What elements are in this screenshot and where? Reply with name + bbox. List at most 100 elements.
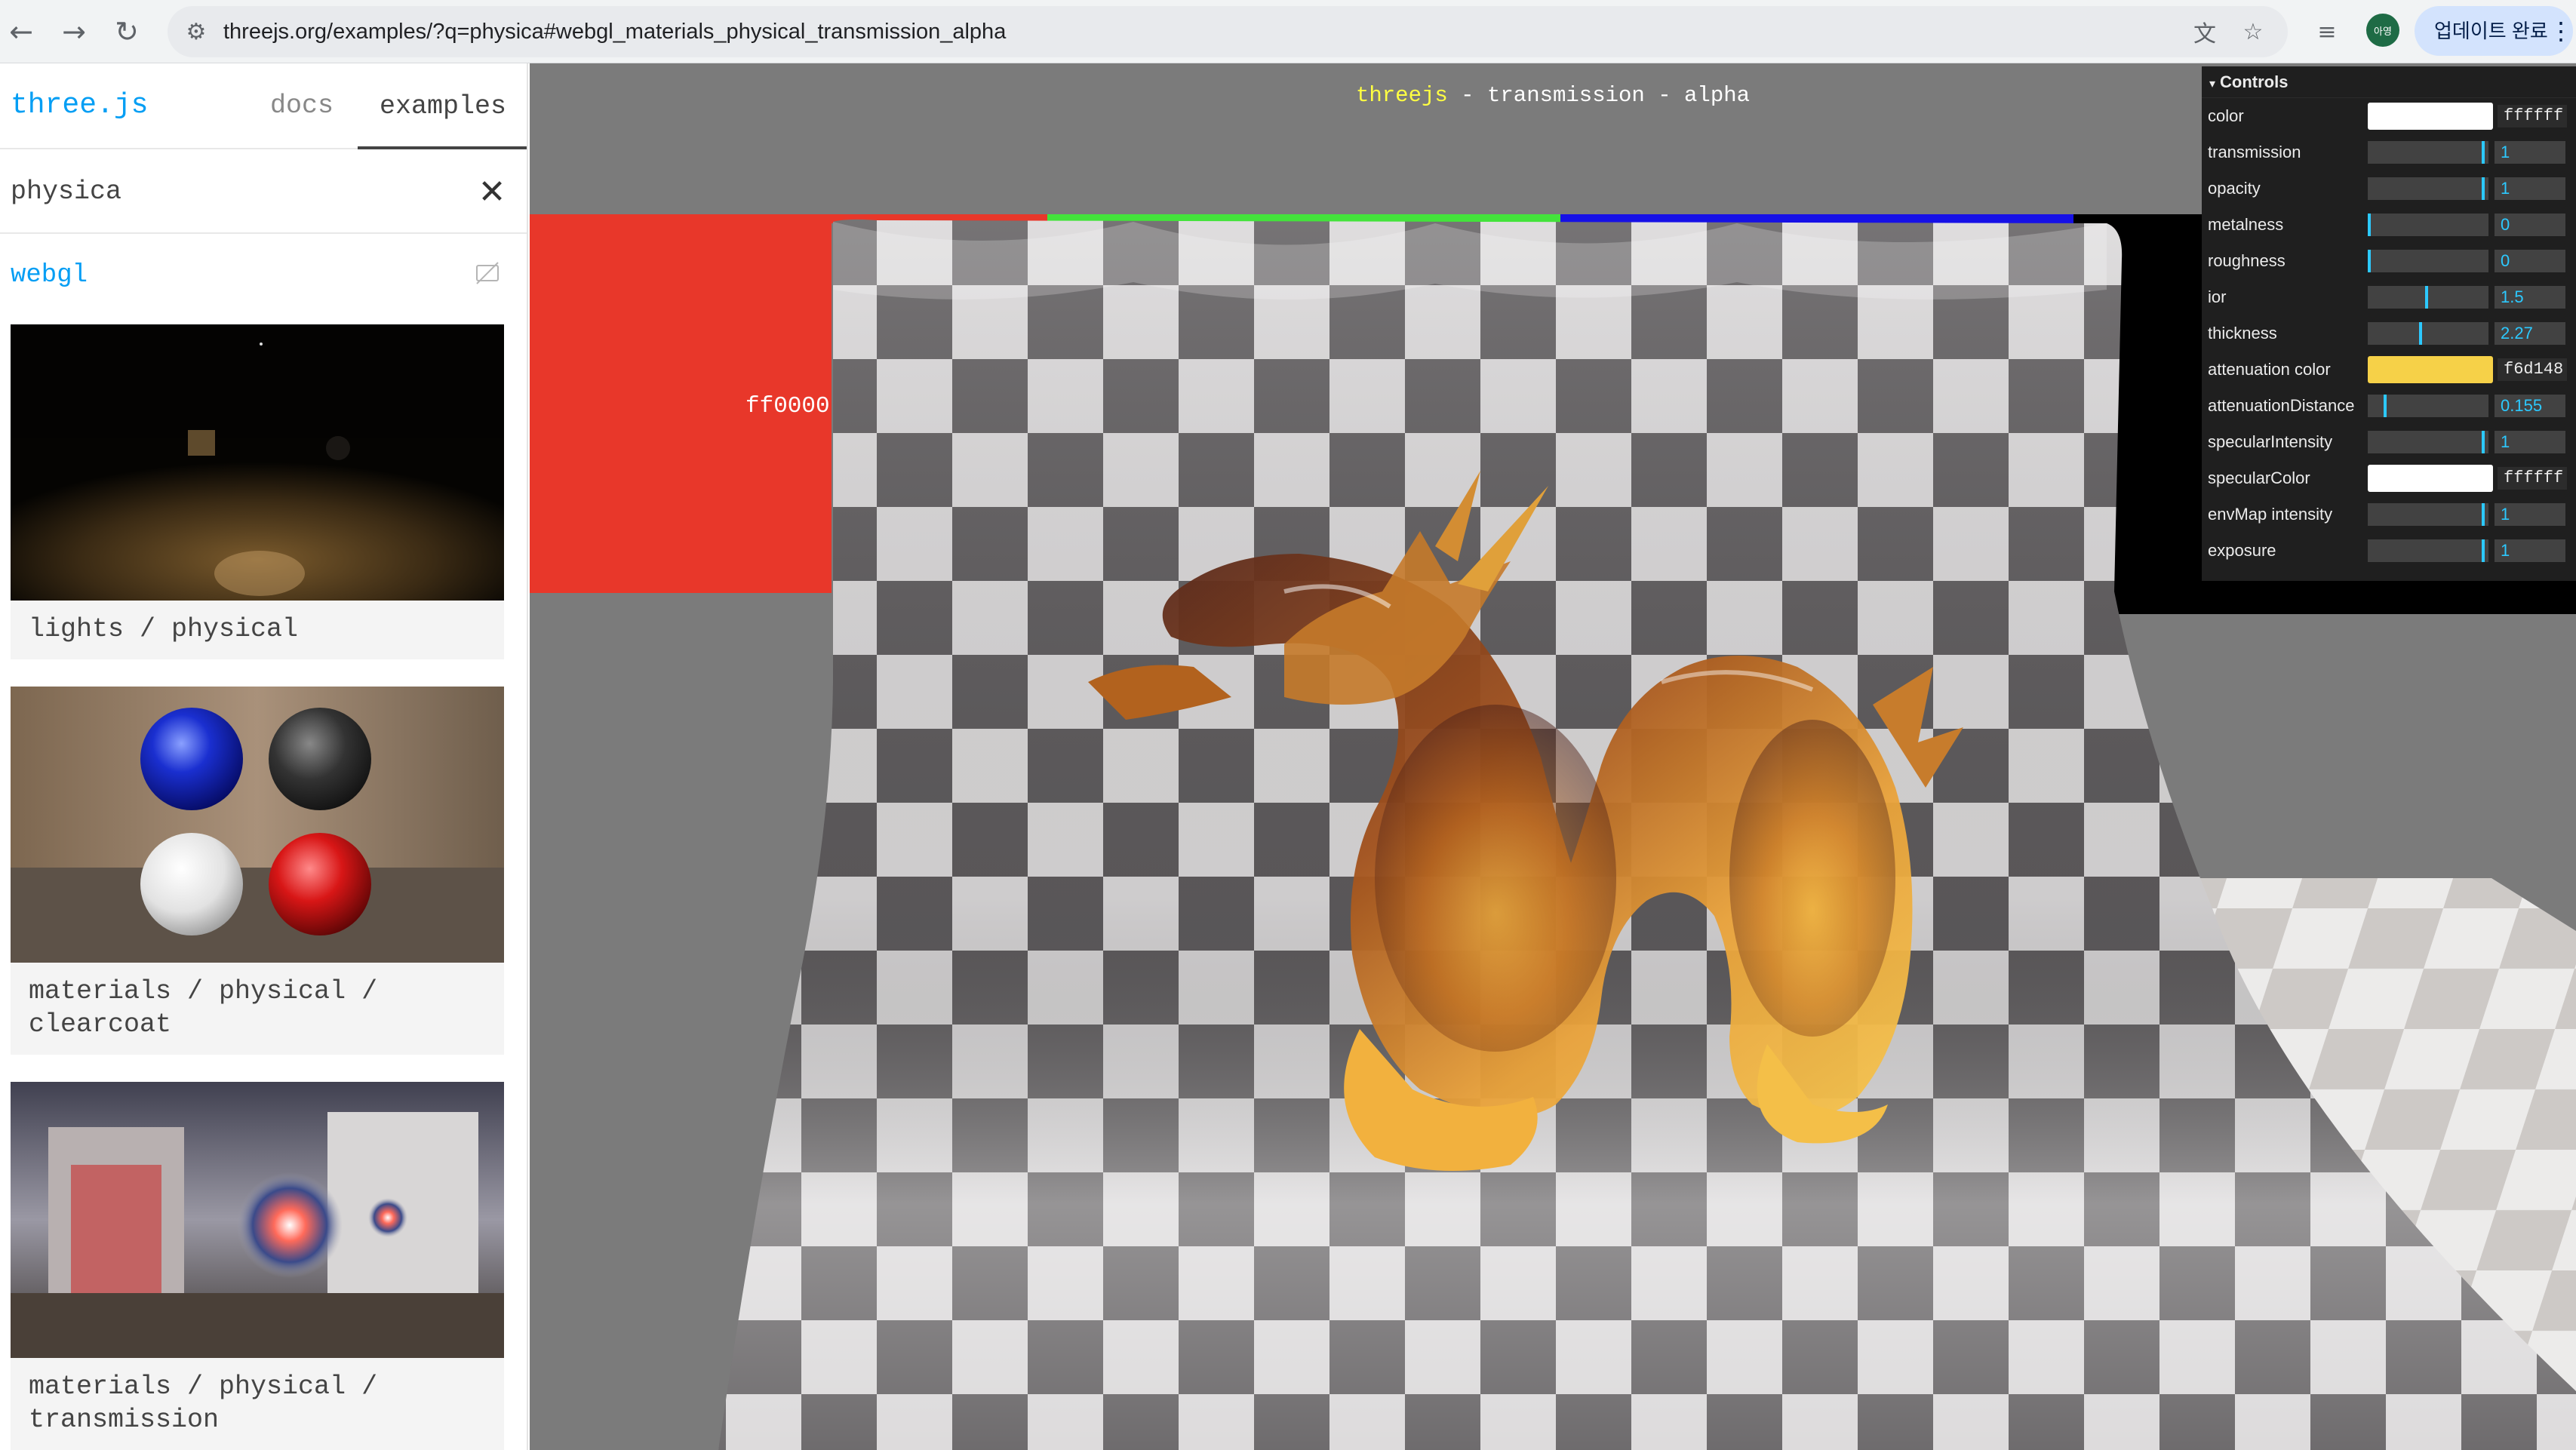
slider-fill	[2368, 503, 2485, 526]
slider-fill	[2368, 177, 2485, 200]
category-heading-webgl: webgl	[11, 261, 88, 290]
controls-title: Controls	[2220, 72, 2289, 91]
slider-fill	[2368, 395, 2387, 417]
example-thumbnail	[11, 687, 504, 963]
number-input[interactable]: 2.27	[2495, 322, 2565, 345]
number-input[interactable]: 0	[2495, 214, 2565, 236]
control-row: transmission 1	[2202, 134, 2576, 170]
number-input[interactable]: 1	[2495, 539, 2565, 562]
example-card[interactable]: lights / physical	[11, 324, 504, 659]
control-label: transmission	[2208, 143, 2301, 161]
control-row: specularIntensity 1	[2202, 424, 2576, 460]
example-title: materials / physical / clearcoat	[29, 976, 378, 1040]
control-row: roughness 0	[2202, 243, 2576, 279]
color-swatch[interactable]	[2368, 103, 2493, 130]
control-label: thickness	[2208, 324, 2277, 343]
number-input[interactable]: 1	[2495, 431, 2565, 453]
forward-arrow-icon[interactable]: →	[53, 11, 95, 53]
control-label: metalness	[2208, 215, 2284, 234]
number-input[interactable]: 1	[2495, 141, 2565, 164]
control-label: color	[2208, 106, 2244, 125]
search-input[interactable]	[11, 170, 448, 213]
url-text[interactable]: threejs.org/examples/?q=physica#webgl_ma…	[223, 6, 1006, 57]
address-bar[interactable]: ⚙ threejs.org/examples/?q=physica#webgl_…	[168, 6, 2288, 57]
menu-kebab-icon[interactable]: ⋮	[2549, 6, 2573, 56]
control-label: opacity	[2208, 179, 2261, 198]
slider[interactable]	[2368, 214, 2488, 236]
number-input[interactable]: 1	[2495, 503, 2565, 526]
color-hex-input[interactable]: f6d148	[2498, 358, 2567, 381]
example-thumbnail	[11, 324, 504, 601]
control-row: envMap intensity 1	[2202, 496, 2576, 533]
control-row: opacity 1	[2202, 170, 2576, 207]
back-arrow-icon[interactable]: ←	[0, 11, 42, 53]
bookmark-star-icon[interactable]: ☆	[2238, 17, 2268, 47]
slider[interactable]	[2368, 286, 2488, 309]
slider-fill	[2368, 431, 2485, 453]
example-title: lights / physical	[29, 614, 299, 644]
update-button-label: 업데이트 완료	[2434, 20, 2548, 42]
media-control-icon[interactable]: ≡	[2312, 17, 2342, 47]
color-hex-input[interactable]: ffffff	[2498, 105, 2567, 127]
examples-sidebar: three.js docs examples ✕ webgl	[0, 63, 528, 1450]
controls-title-toggle[interactable]: ▾ Controls	[2202, 66, 2576, 98]
number-input[interactable]: 0	[2495, 250, 2565, 272]
backdrop-color-label: ff0000	[745, 393, 830, 419]
control-label: attenuationDistance	[2208, 396, 2355, 415]
site-settings-icon[interactable]: ⚙	[181, 17, 211, 47]
reload-icon[interactable]: ↻	[106, 11, 148, 53]
control-label: specularIntensity	[2208, 432, 2333, 451]
control-row: color ffffff	[2202, 98, 2576, 134]
search-bar: ✕	[0, 149, 527, 234]
control-row: metalness 0	[2202, 207, 2576, 243]
control-label: exposure	[2208, 541, 2276, 560]
number-input[interactable]: 1	[2495, 177, 2565, 200]
color-hex-input[interactable]: ffffff	[2498, 467, 2567, 490]
nav-examples-link[interactable]: examples	[358, 63, 527, 149]
slider[interactable]	[2368, 141, 2488, 164]
control-label: ior	[2208, 287, 2227, 306]
slider[interactable]	[2368, 250, 2488, 272]
profile-avatar[interactable]: 아영	[2366, 14, 2399, 47]
controls-panel: ▾ Controls color ffffff transmission 1 opacit…	[2202, 66, 2576, 581]
slider[interactable]	[2368, 431, 2488, 453]
control-row: thickness 2.27	[2202, 315, 2576, 352]
example-thumbnail	[11, 1082, 504, 1358]
number-input[interactable]: 0.155	[2495, 395, 2565, 417]
slider-fill	[2368, 286, 2428, 309]
slider-fill	[2368, 539, 2485, 562]
control-row: attenuationDistance 0.155	[2202, 388, 2576, 424]
translate-icon[interactable]: 文	[2190, 17, 2220, 48]
color-swatch[interactable]	[2368, 356, 2493, 383]
slider-fill	[2368, 250, 2371, 272]
example-title: materials / physical / transmission	[29, 1372, 378, 1435]
control-label: envMap intensity	[2208, 505, 2333, 524]
control-label: roughness	[2208, 251, 2286, 270]
number-input[interactable]: 1.5	[2495, 286, 2565, 309]
slider[interactable]	[2368, 322, 2488, 345]
control-label: attenuation color	[2208, 360, 2331, 379]
slider[interactable]	[2368, 177, 2488, 200]
slider-fill	[2368, 214, 2371, 236]
slider[interactable]	[2368, 539, 2488, 562]
sidebar-header: three.js docs examples	[0, 63, 527, 149]
control-row: ior 1.5	[2202, 279, 2576, 315]
browser-toolbar: ← → ↻ ⚙ threejs.org/examples/?q=physica#…	[0, 0, 2576, 63]
chevron-down-icon: ▾	[2209, 76, 2216, 91]
logo-link[interactable]: three.js	[11, 89, 148, 121]
slider-fill	[2368, 322, 2422, 345]
threejs-link[interactable]: threejs	[1356, 83, 1448, 108]
color-swatch[interactable]	[2368, 465, 2493, 492]
slider[interactable]	[2368, 503, 2488, 526]
slider[interactable]	[2368, 395, 2488, 417]
control-row: attenuation color f6d148	[2202, 352, 2576, 388]
nav-docs-link[interactable]: docs	[270, 91, 334, 121]
example-info-title: - transmission - alpha	[1447, 83, 1751, 108]
control-row: specularColor ffffff	[2202, 460, 2576, 496]
eye-off-icon[interactable]	[472, 258, 506, 291]
example-card[interactable]: materials / physical / clearcoat	[11, 687, 504, 1055]
close-icon[interactable]: ✕	[472, 172, 512, 211]
update-button[interactable]: 업데이트 완료 ⋮	[2415, 6, 2573, 56]
control-row: exposure 1	[2202, 533, 2576, 569]
example-card[interactable]: materials / physical / transmission	[11, 1082, 504, 1450]
